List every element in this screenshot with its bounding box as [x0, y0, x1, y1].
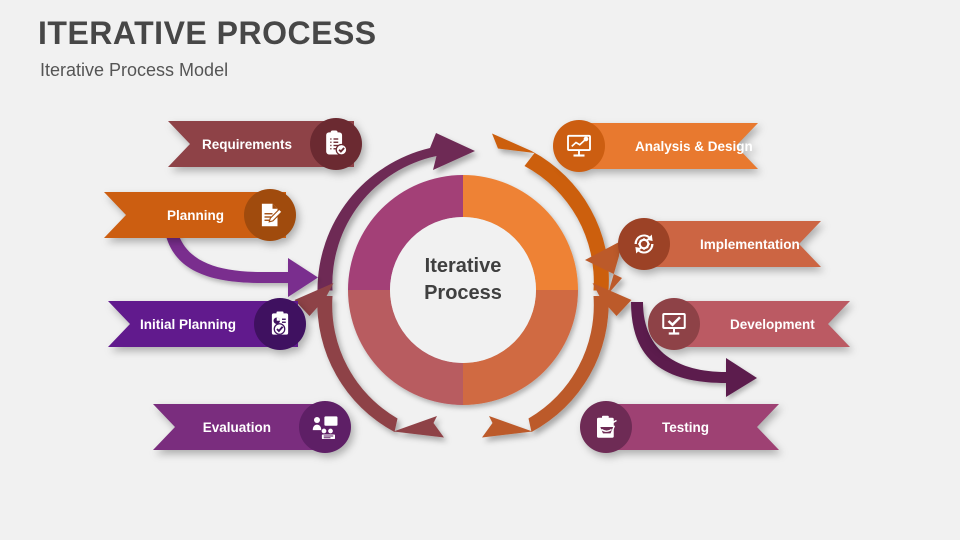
banner-development[interactable]: Development [648, 298, 850, 350]
clipboard-report-icon [254, 298, 306, 350]
banner-planning[interactable]: Planning [104, 189, 296, 241]
banner-implementation[interactable]: Implementation [618, 218, 821, 270]
banner-requirements[interactable]: Requirements [168, 118, 362, 170]
clipboard-basket-icon [580, 401, 632, 453]
banner-analysis-design[interactable]: Analysis & Design [553, 120, 758, 172]
banner-evaluation[interactable]: Evaluation [153, 401, 351, 453]
document-pencil-icon [244, 189, 296, 241]
board-check-icon [648, 298, 700, 350]
slide-canvas: ITERATIVE PROCESS Iterative Process Mode… [0, 0, 960, 540]
gear-cycle-icon [618, 218, 670, 270]
center-label-line1: Iterative [424, 255, 502, 277]
arc-bottom-left-tail [393, 416, 444, 438]
arc-bottom-right-tail [482, 416, 533, 438]
center-label-line2: Process [424, 282, 502, 304]
clipboard-check-icon [310, 118, 362, 170]
chart-board-icon [553, 120, 605, 172]
presentation-people-icon [299, 401, 351, 453]
center-label: Iterative Process [381, 253, 545, 307]
banner-testing[interactable]: Testing [580, 401, 779, 453]
banner-initial-planning[interactable]: Initial Planning [108, 298, 306, 350]
